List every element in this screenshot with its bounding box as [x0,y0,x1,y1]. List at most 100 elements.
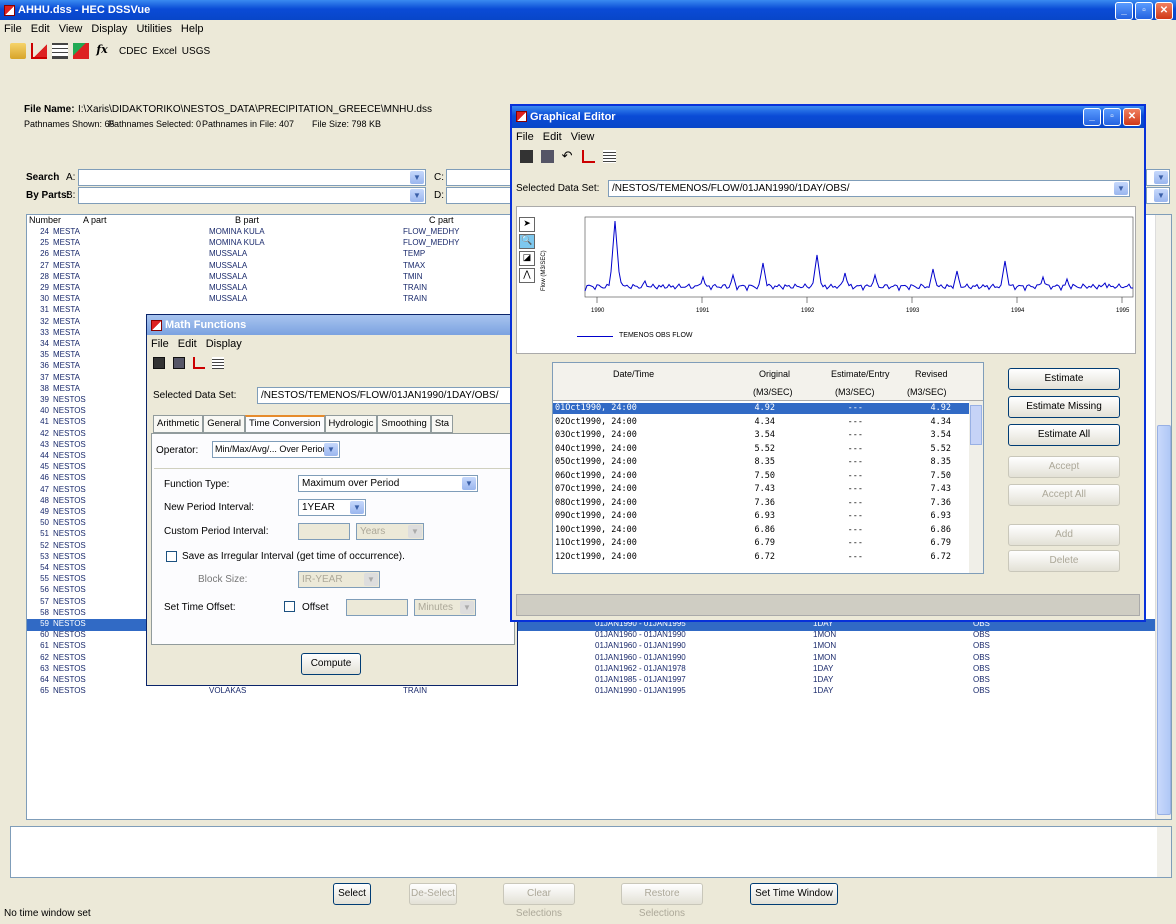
menu-display[interactable]: Display [206,338,242,350]
maximize-icon[interactable]: ▫ [1135,2,1153,20]
close-icon[interactable]: ✕ [1123,108,1141,126]
select-button[interactable]: Select [333,883,371,905]
table-row[interactable]: 05Oct1990, 24:00 8.35 --- 8.35 [553,457,969,468]
offset-checkbox[interactable] [284,601,295,612]
header-original[interactable]: Original [759,369,790,379]
table-row[interactable]: 65 NESTOS VOLAKAS TRAIN 01JAN1990 - 01JAN199… [27,686,1171,698]
table-cell[interactable]: --- [785,511,863,522]
new-period-combo[interactable]: 1YEAR ▼ [298,499,366,516]
column-a-part[interactable]: A part [83,215,107,225]
tab-general[interactable]: General [203,415,246,433]
custom-period-input[interactable] [298,523,350,540]
scroll-thumb[interactable] [1157,425,1171,815]
part-d-combo[interactable] [446,187,516,204]
plot-icon[interactable] [31,43,47,59]
menu-edit[interactable]: Edit [178,338,197,350]
function-type-combo[interactable]: Maximum over Period ▼ [298,475,478,492]
plot-icon[interactable] [192,357,205,369]
block-size-combo[interactable]: IR-YEAR ▼ [298,571,380,588]
selected-data-set-field[interactable]: /NESTOS/TEMENOS/FLOW/01JAN1990/1DAY/OBS/ [257,387,519,404]
set-time-window-button[interactable]: Set Time Window [750,883,838,905]
save-as-icon[interactable] [172,357,185,369]
offset-input[interactable] [346,599,408,616]
estimate-button[interactable]: Estimate [1008,368,1120,390]
tab-arithmetic[interactable]: Arithmetic [153,415,204,433]
table-icon[interactable] [603,150,617,163]
menu-file[interactable]: File [151,338,169,350]
delete-button[interactable]: Delete [1008,550,1120,572]
tab-time-conversion[interactable]: Time Conversion [245,415,325,433]
chevron-down-icon[interactable]: ▼ [462,477,476,490]
part-f-combo[interactable]: ▼ [1146,187,1170,204]
table-icon[interactable] [52,43,68,59]
usgs-button[interactable]: USGS [182,46,210,57]
table-cell[interactable]: --- [785,525,863,536]
hydrograph-plot[interactable]: Flow (M3/SEC) 1990 1991 1992 1993 1994 1995 [537,213,1137,323]
graph-titlebar[interactable]: Graphical Editor _ ▫ ✕ [512,106,1144,128]
menu-file[interactable]: File [516,131,534,143]
offset-units-combo[interactable]: Minutes ▼ [414,599,476,616]
vertical-scrollbar[interactable] [1155,215,1171,819]
restore-selections-button[interactable]: Restore Selections [621,883,703,919]
table-cell[interactable]: --- [785,430,863,441]
header-revised[interactable]: Revised [915,369,948,379]
accept-button[interactable]: Accept [1008,456,1120,478]
table-cell[interactable]: --- [785,538,863,549]
menu-display[interactable]: Display [91,23,127,35]
estimate-missing-button[interactable]: Estimate Missing [1008,396,1120,418]
main-titlebar[interactable]: AHHU.dss - HEC DSSVue _ ▫ ✕ [0,0,1176,20]
table-row[interactable]: 02Oct1990, 24:00 4.34 --- 4.34 [553,417,969,428]
menu-edit[interactable]: Edit [543,131,562,143]
math-fx-icon[interactable]: fx [94,43,110,59]
table-cell[interactable]: --- [785,498,863,509]
table-row[interactable]: 03Oct1990, 24:00 3.54 --- 3.54 [553,430,969,441]
message-scrollbar[interactable] [1157,827,1171,877]
table-cell[interactable]: --- [785,471,863,482]
table-cell[interactable]: --- [785,552,863,563]
chevron-down-icon[interactable]: ▼ [1154,171,1168,184]
table-row[interactable]: 04Oct1990, 24:00 5.52 --- 5.52 [553,444,969,455]
table-cell[interactable]: --- [785,484,863,495]
plot-icon[interactable] [582,150,596,163]
header-datetime[interactable]: Date/Time [613,369,654,379]
excel-button[interactable]: Excel [152,46,176,57]
table-row[interactable]: 07Oct1990, 24:00 7.43 --- 7.43 [553,484,969,495]
table-row[interactable]: 01Oct1990, 24:00 4.92 --- 4.92 [553,403,969,414]
chevron-down-icon[interactable]: ▼ [1154,189,1168,202]
part-b-combo[interactable]: ▼ [78,187,426,204]
chevron-down-icon[interactable]: ▼ [410,189,424,202]
draw-line-icon[interactable]: ⋀ [519,268,535,283]
table-row[interactable]: 09Oct1990, 24:00 6.93 --- 6.93 [553,511,969,522]
menu-utilities[interactable]: Utilities [136,23,171,35]
estimate-all-button[interactable]: Estimate All [1008,424,1120,446]
save-as-icon[interactable] [540,150,554,163]
table-row[interactable]: 08Oct1990, 24:00 7.36 --- 7.36 [553,498,969,509]
column-c-part[interactable]: C part [429,215,454,225]
part-c-combo[interactable] [446,169,516,186]
minimize-icon[interactable]: _ [1115,2,1133,20]
table-cell[interactable]: --- [785,457,863,468]
selected-data-set-combo[interactable]: /NESTOS/TEMENOS/FLOW/01JAN1990/1DAY/OBS/… [608,180,1130,197]
chevron-down-icon[interactable]: ▼ [350,501,364,514]
menu-help[interactable]: Help [181,23,204,35]
compute-button[interactable]: Compute [301,653,361,675]
table-row[interactable]: 06Oct1990, 24:00 7.50 --- 7.50 [553,471,969,482]
menu-view[interactable]: View [571,131,595,143]
operator-combo[interactable]: Min/Max/Avg/... Over Period ▼ [212,441,340,458]
custom-units-combo[interactable]: Years ▼ [356,523,424,540]
column-b-part[interactable]: B part [235,215,259,225]
tab-hydrologic[interactable]: Hydrologic [324,415,378,433]
table-cell[interactable]: --- [785,403,863,414]
clear-selections-button[interactable]: Clear Selections [503,883,575,919]
maximize-icon[interactable]: ▫ [1103,108,1121,126]
table-row[interactable]: 11Oct1990, 24:00 6.79 --- 6.79 [553,538,969,549]
chevron-down-icon[interactable]: ▼ [460,601,474,614]
open-folder-icon[interactable] [10,43,26,59]
table-row[interactable]: 12Oct1990, 24:00 6.72 --- 6.72 [553,552,969,563]
chevron-down-icon[interactable]: ▼ [1114,182,1128,195]
undo-icon[interactable]: ↶ [562,149,575,163]
part-a-combo[interactable]: ▼ [78,169,426,186]
pointer-icon[interactable]: ➤ [519,217,535,232]
add-button[interactable]: Add [1008,524,1120,546]
deselect-button[interactable]: De-Select [409,883,457,905]
